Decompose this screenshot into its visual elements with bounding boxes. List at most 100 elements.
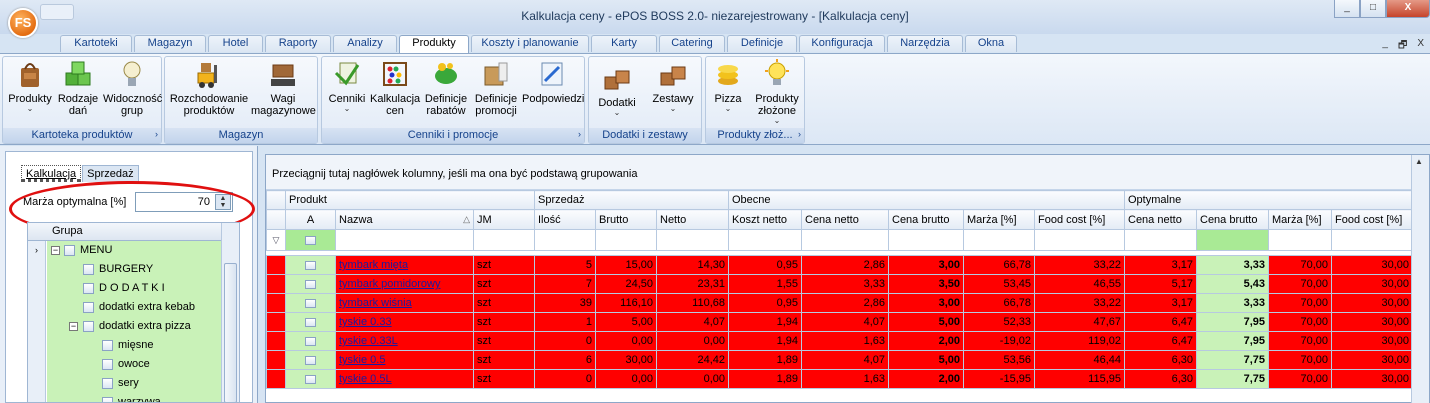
filter-cell[interactable] <box>1034 229 1125 251</box>
product-link[interactable]: tymbark pomidorowy <box>339 278 440 290</box>
col-a[interactable]: A <box>285 209 336 230</box>
row-indicator[interactable] <box>266 350 286 370</box>
filter-cell[interactable] <box>963 229 1035 251</box>
pizza-button[interactable]: Pizza ⌄ <box>708 59 748 113</box>
checkbox[interactable] <box>83 264 94 275</box>
filter-cell[interactable] <box>888 229 964 251</box>
table-row[interactable]: tyskie 0.33 szt 1 5,00 4,07 1,94 4,07 5,00 52,33… <box>266 312 1413 332</box>
widocznosc-grup-button[interactable]: Widoczność grup <box>103 59 162 117</box>
col-opt-cena-brutto[interactable]: Cena brutto <box>1196 209 1269 230</box>
row-checkbox[interactable] <box>285 274 336 294</box>
checkbox[interactable] <box>83 321 94 332</box>
rozchodowanie-produktow-button[interactable]: Rozchodowanie produktów <box>169 59 249 117</box>
checkbox[interactable] <box>102 378 113 389</box>
row-checkbox[interactable] <box>285 331 336 351</box>
filter-cell[interactable] <box>656 229 729 251</box>
zestawy-button[interactable]: Zestawy ⌄ <box>647 59 699 113</box>
tab-hotel[interactable]: Hotel <box>208 35 263 52</box>
tab-koszty-i-planowanie[interactable]: Koszty i planowanie <box>471 35 589 52</box>
definicje-promocji-button[interactable]: Definicje promocji <box>472 59 520 117</box>
product-name-cell[interactable]: tymbark wiśnia <box>335 293 474 313</box>
filter-icon[interactable]: ▽ <box>266 229 286 251</box>
row-indicator[interactable] <box>266 331 286 351</box>
tab-kartoteki[interactable]: Kartoteki <box>60 35 132 52</box>
scroll-thumb[interactable] <box>224 263 237 402</box>
app-logo[interactable]: FS <box>8 8 38 38</box>
row-indicator[interactable] <box>266 293 286 313</box>
checkbox[interactable] <box>83 283 94 294</box>
tree-row[interactable]: mięsne <box>28 336 239 355</box>
col-cena-brutto[interactable]: Cena brutto <box>888 209 964 230</box>
maximize-button[interactable]: □ <box>1360 0 1386 18</box>
product-link[interactable]: tyskie 0.5 <box>339 354 385 366</box>
filter-row[interactable]: ▽ <box>266 229 1413 251</box>
filter-cell[interactable] <box>1268 229 1332 251</box>
panel-splitter[interactable] <box>258 146 265 403</box>
row-indicator[interactable] <box>266 255 286 275</box>
tree-row[interactable]: − dodatki extra pizza <box>28 317 239 336</box>
product-name-cell[interactable]: tymbark mięta <box>335 255 474 275</box>
rodzaje-dan-button[interactable]: Rodzaje dań <box>55 59 101 117</box>
tab-narzedzia[interactable]: Narzędzia <box>887 35 963 52</box>
tab-konfiguracja[interactable]: Konfiguracja <box>799 35 885 52</box>
product-name-cell[interactable]: tyskie 0.5L <box>335 369 474 389</box>
row-checkbox[interactable] <box>285 312 336 332</box>
tab-raporty[interactable]: Raporty <box>265 35 331 52</box>
band-produkt[interactable]: Produkt <box>285 190 535 210</box>
table-row[interactable]: tymbark pomidorowy szt 7 24,50 23,31 1,55 3,33… <box>266 274 1413 294</box>
col-food-cost[interactable]: Food cost [%] <box>1034 209 1125 230</box>
checkbox[interactable] <box>102 359 113 370</box>
table-row[interactable]: tyskie 0.5L szt 0 0,00 0,00 1,89 1,63 2,00 -15,9… <box>266 369 1413 389</box>
col-opt-cena-netto[interactable]: Cena netto <box>1124 209 1197 230</box>
band-optymalne[interactable]: Optymalne <box>1124 190 1413 210</box>
product-link[interactable]: tymbark wiśnia <box>339 297 412 309</box>
col-marza[interactable]: Marża [%] <box>963 209 1035 230</box>
expander-icon[interactable]: › <box>798 127 801 142</box>
wagi-magazynowe-button[interactable]: Wagi magazynowe <box>251 59 316 117</box>
checkbox[interactable] <box>83 302 94 313</box>
filter-checkbox[interactable] <box>285 229 336 251</box>
row-indicator[interactable] <box>266 369 286 389</box>
filter-cell[interactable] <box>534 229 596 251</box>
checkbox[interactable] <box>102 397 113 402</box>
tab-definicje[interactable]: Definicje <box>727 35 797 52</box>
tree-scrollbar[interactable] <box>221 223 239 402</box>
product-name-cell[interactable]: tyskie 0.33 <box>335 312 474 332</box>
tree-row[interactable]: BURGERY <box>28 260 239 279</box>
row-indicator[interactable] <box>266 274 286 294</box>
checkbox[interactable] <box>102 340 113 351</box>
close-button[interactable]: X <box>1386 0 1430 18</box>
grid-scrollbar[interactable]: ▲ <box>1411 155 1429 403</box>
tab-karty[interactable]: Karty <box>591 35 657 52</box>
filter-cell[interactable] <box>1196 229 1269 251</box>
tab-magazyn[interactable]: Magazyn <box>134 35 206 52</box>
col-ilosc[interactable]: Ilość <box>534 209 596 230</box>
row-checkbox[interactable] <box>285 293 336 313</box>
tree-row[interactable]: dodatki extra kebab <box>28 298 239 317</box>
filter-cell[interactable] <box>595 229 657 251</box>
col-opt-food-cost[interactable]: Food cost [%] <box>1331 209 1413 230</box>
product-link[interactable]: tymbark mięta <box>339 259 408 271</box>
tab-produkty[interactable]: Produkty <box>399 35 469 54</box>
product-link[interactable]: tyskie 0.33L <box>339 335 398 347</box>
table-row[interactable]: tymbark mięta szt 5 15,00 14,30 0,95 2,86 3,00 6… <box>266 255 1413 275</box>
row-checkbox[interactable] <box>285 350 336 370</box>
row-checkbox[interactable] <box>285 255 336 275</box>
checkbox[interactable] <box>64 245 75 256</box>
col-cena-netto[interactable]: Cena netto <box>801 209 889 230</box>
tree-row[interactable]: D O D A T K I <box>28 279 239 298</box>
produkty-zlozone-button[interactable]: Produkty złożone ⌄ <box>750 59 804 125</box>
tab-okna[interactable]: Okna <box>965 35 1017 52</box>
definicje-rabatow-button[interactable]: Definicje rabatów <box>422 59 470 117</box>
minimize-button[interactable]: _ <box>1334 0 1360 18</box>
filter-cell[interactable] <box>335 229 474 251</box>
tab-analizy[interactable]: Analizy <box>333 35 397 52</box>
product-link[interactable]: tyskie 0.5L <box>339 373 392 385</box>
product-name-cell[interactable]: tyskie 0.33L <box>335 331 474 351</box>
band-obecne[interactable]: Obecne <box>728 190 1125 210</box>
collapse-icon[interactable]: − <box>51 246 60 255</box>
expander-icon[interactable]: › <box>578 127 581 142</box>
produkty-button[interactable]: Produkty ⌄ <box>7 59 53 113</box>
expander-icon[interactable]: › <box>155 127 158 142</box>
product-name-cell[interactable]: tymbark pomidorowy <box>335 274 474 294</box>
